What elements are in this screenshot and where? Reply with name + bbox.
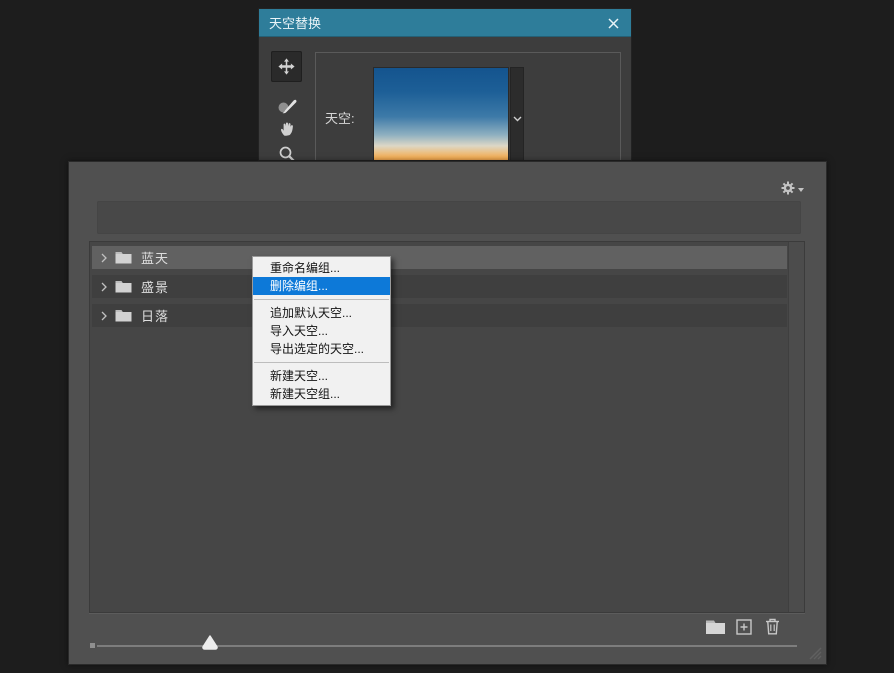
hand-icon	[278, 119, 296, 137]
group-row-2[interactable]: 日落	[92, 304, 787, 327]
menu-item-5[interactable]: 导出选定的天空...	[253, 340, 390, 358]
menu-separator	[254, 299, 389, 300]
gear-caret-icon	[798, 188, 804, 192]
sky-thumbnail[interactable]	[373, 67, 509, 161]
screen: 天空替换	[0, 0, 894, 673]
thumbnail-zoom-slider-thumb[interactable]	[201, 634, 219, 650]
menu-item-4[interactable]: 导入天空...	[253, 322, 390, 340]
menu-item-8[interactable]: 新建天空组...	[253, 385, 390, 403]
folder-icon	[115, 280, 132, 293]
sky-replacement-dialog: 天空替换	[258, 8, 632, 161]
group-label: 蓝天	[141, 248, 169, 267]
new-group-folder-icon[interactable]	[705, 618, 726, 635]
chevron-right-icon[interactable]	[101, 253, 109, 263]
new-sky-plus-icon[interactable]	[736, 619, 752, 635]
menu-item-1[interactable]: 删除编组...	[253, 277, 390, 295]
sky-preset-panel: 蓝天盛景日落	[68, 161, 827, 665]
folder-icon	[115, 309, 132, 322]
menu-separator	[254, 362, 389, 363]
menu-item-3[interactable]: 追加默认天空...	[253, 304, 390, 322]
delete-sky-trash-icon[interactable]	[764, 617, 781, 636]
move-tool-button[interactable]	[271, 51, 302, 82]
zoom-icon	[278, 145, 296, 162]
group-label: 日落	[141, 306, 169, 325]
folder-icon	[115, 251, 132, 264]
chevron-right-icon[interactable]	[101, 282, 109, 292]
sky-label: 天空:	[325, 108, 355, 127]
move-icon	[277, 57, 296, 76]
dialog-tool-column	[259, 37, 315, 160]
close-icon[interactable]	[604, 15, 622, 31]
dialog-titlebar[interactable]: 天空替换	[259, 9, 631, 37]
group-row-1[interactable]: 盛景	[92, 275, 787, 298]
dialog-title: 天空替换	[269, 13, 321, 32]
menu-item-7[interactable]: 新建天空...	[253, 367, 390, 385]
panel-menu-button[interactable]	[781, 180, 805, 196]
chevron-down-icon	[513, 116, 522, 122]
zoom-tool-button[interactable]	[271, 138, 302, 161]
group-context-menu: 重命名编组...删除编组... 追加默认天空...导入天空...导出选定的天空..…	[252, 256, 391, 406]
panel-top-strip	[97, 201, 801, 234]
resize-grip-icon[interactable]	[805, 643, 822, 660]
slider-track-start	[90, 643, 95, 648]
scrollbar-track[interactable]	[788, 242, 804, 612]
gear-icon	[781, 181, 795, 195]
chevron-right-icon[interactable]	[101, 311, 109, 321]
group-row-0[interactable]: 蓝天	[92, 246, 787, 269]
sky-dropdown-button[interactable]	[510, 67, 524, 161]
sky-group-list: 蓝天盛景日落	[89, 241, 805, 613]
group-label: 盛景	[141, 277, 169, 296]
menu-item-0[interactable]: 重命名编组...	[253, 259, 390, 277]
